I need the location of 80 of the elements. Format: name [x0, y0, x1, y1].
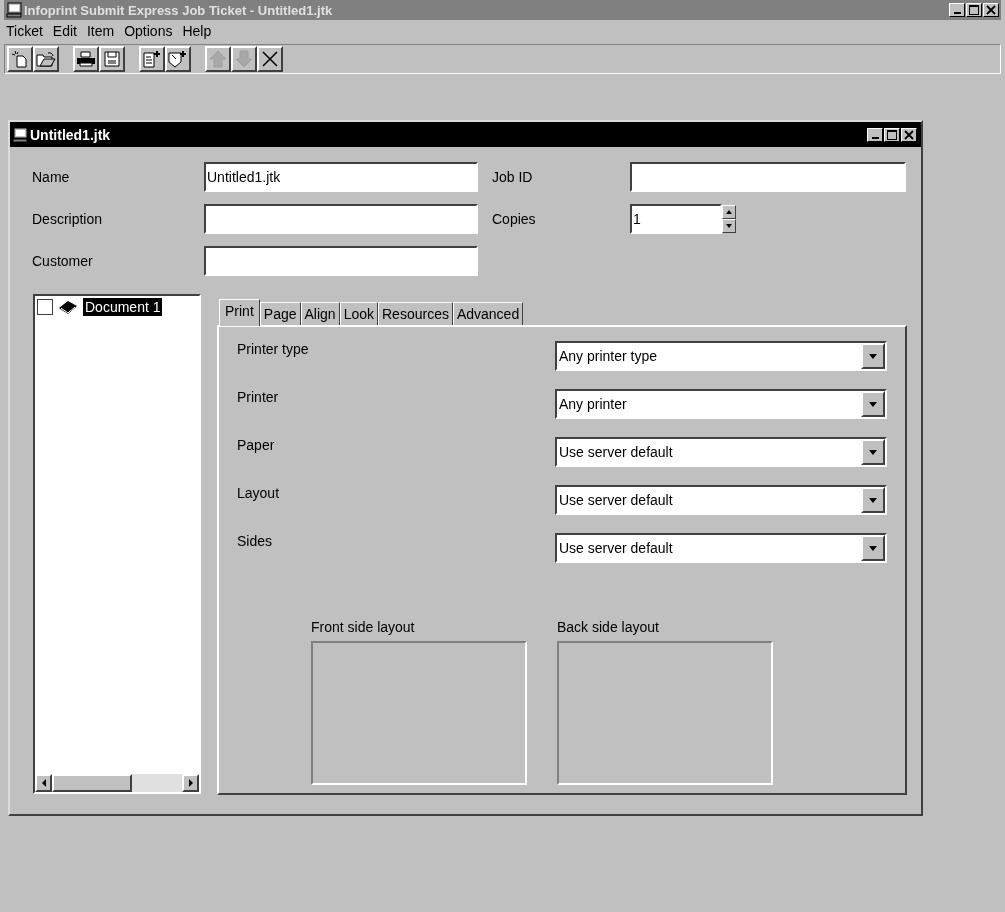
tab[interactable]: Look: [339, 302, 378, 325]
toolbar-button[interactable]: [7, 46, 33, 72]
window-title: Infoprint Submit Express Job Ticket - Untitled1.jtk: [24, 2, 334, 18]
copies-label: Copies: [492, 211, 537, 227]
menu-item[interactable]: Help: [182, 23, 212, 39]
maximize-button[interactable]: [884, 127, 900, 142]
name-label: Name: [32, 169, 71, 185]
dropdown-arrow-icon: [869, 401, 877, 407]
close-icon: [986, 5, 996, 15]
new-file-icon: [12, 50, 28, 68]
left-triangle-icon: [41, 779, 46, 787]
minimize-button[interactable]: [867, 127, 883, 142]
delete-icon: [261, 50, 279, 68]
preview-label: Front side layout: [311, 619, 416, 635]
maximize-icon: [969, 5, 979, 15]
scroll-left-button[interactable]: [35, 774, 52, 792]
minimize-button[interactable]: [949, 3, 965, 17]
down-arrow-icon: [235, 50, 253, 68]
close-button[interactable]: [983, 3, 999, 17]
dropdown-arrow-icon: [869, 497, 877, 503]
checkbox[interactable]: [37, 299, 53, 315]
dropdown[interactable]: Any printer type: [555, 341, 887, 371]
menu-item[interactable]: Item: [86, 23, 115, 39]
customer-field[interactable]: [204, 246, 478, 276]
description-label: Description: [32, 211, 104, 227]
spin-down-button[interactable]: [722, 219, 736, 233]
description-field[interactable]: [204, 204, 478, 234]
tab[interactable]: Print: [219, 299, 260, 326]
document-window-title: Untitled1.jtk: [30, 126, 112, 143]
toolbar-button[interactable]: [73, 46, 99, 72]
customer-label: Customer: [32, 253, 94, 269]
toolbar-button[interactable]: [257, 46, 283, 72]
menu-item[interactable]: Edit: [52, 23, 77, 39]
toolbar-button[interactable]: [99, 46, 125, 72]
close-button[interactable]: [901, 127, 917, 142]
dropdown[interactable]: Use server default: [555, 485, 887, 515]
right-triangle-icon: [188, 779, 193, 787]
tab[interactable]: Page: [259, 302, 301, 325]
toolbar-button[interactable]: [139, 46, 165, 72]
scrollbar-thumb[interactable]: [52, 774, 132, 792]
add-page-icon: [143, 50, 161, 68]
floppy-disk-icon: [104, 51, 120, 67]
book-icon: [57, 299, 79, 315]
dropdown[interactable]: Any printer: [555, 389, 887, 419]
toolbar-button[interactable]: [33, 46, 59, 72]
setting-label: Sides: [237, 533, 273, 549]
menu-item[interactable]: Options: [124, 23, 173, 39]
close-icon: [904, 129, 914, 140]
maximize-icon: [887, 129, 897, 140]
menu-item[interactable]: Ticket: [6, 23, 43, 39]
tree-item[interactable]: Document 1: [83, 298, 163, 316]
dropdown[interactable]: Use server default: [555, 437, 887, 467]
minimize-icon: [871, 136, 879, 139]
dropdown-arrow-icon: [869, 449, 877, 455]
setting-label: Layout: [237, 485, 280, 501]
dropdown-arrow-icon: [869, 545, 877, 551]
job-id-label: Job ID: [492, 169, 534, 185]
name-field[interactable]: Untitled1.jtk: [204, 162, 478, 192]
dropdown-arrow-icon: [869, 353, 877, 359]
spin-up-button[interactable]: [722, 205, 736, 219]
add-document-icon: [168, 50, 188, 68]
setting-label: Printer type: [237, 341, 309, 357]
tab[interactable]: Align: [300, 302, 340, 325]
setting-label: Paper: [237, 437, 275, 453]
printer-icon: [76, 51, 96, 67]
setting-label: Printer: [237, 389, 279, 405]
down-triangle-icon: [726, 224, 732, 228]
scroll-right-button[interactable]: [182, 774, 199, 792]
preview-label: Back side layout: [557, 619, 660, 635]
tab[interactable]: Resources: [378, 302, 453, 325]
toolbar-button[interactable]: [165, 46, 191, 72]
up-arrow-icon: [209, 50, 227, 68]
up-triangle-icon: [726, 210, 732, 214]
minimize-icon: [953, 12, 961, 14]
folder-icon: [36, 51, 56, 67]
copies-field[interactable]: 1: [630, 204, 722, 234]
job-id-field[interactable]: [630, 162, 906, 192]
maximize-button[interactable]: [966, 3, 982, 17]
tab[interactable]: Advanced: [452, 302, 524, 325]
dropdown[interactable]: Use server default: [555, 533, 887, 563]
